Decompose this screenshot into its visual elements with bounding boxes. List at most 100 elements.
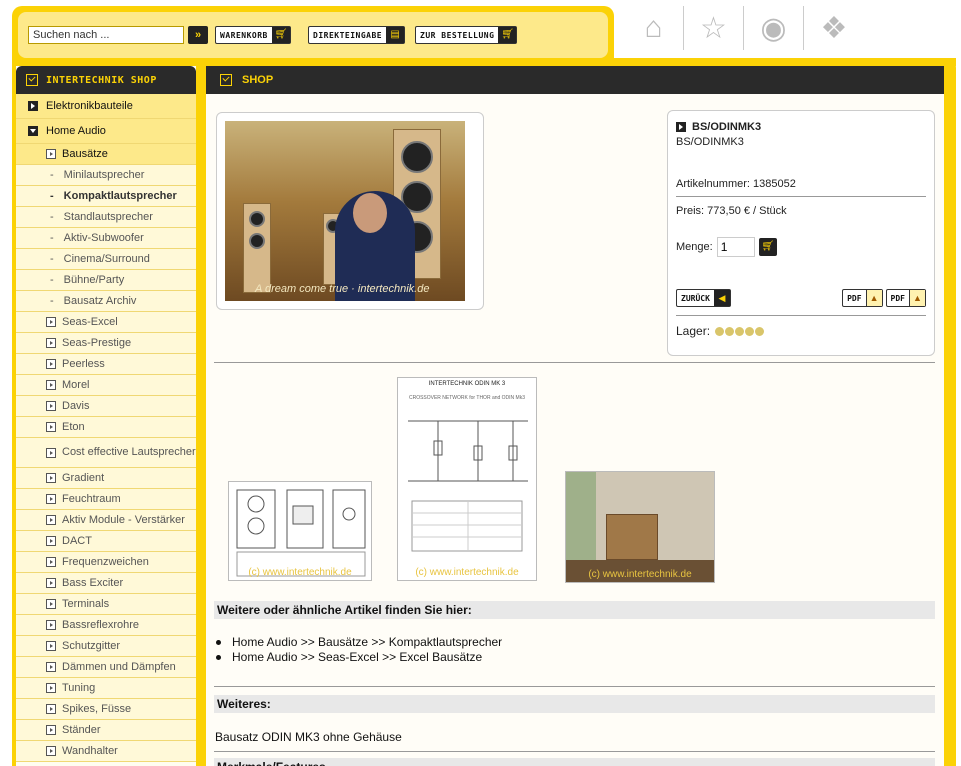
sidebar-item-dact[interactable]: DACT <box>16 531 196 552</box>
sidebar-item-label: Bausatz Archiv <box>63 295 137 307</box>
sidebar-item-schutzgitter[interactable]: Schutzgitter <box>16 636 196 657</box>
sidebar-item-label: Gradient <box>62 472 105 484</box>
checkbox-icon <box>26 74 38 86</box>
expand-icon <box>46 599 56 609</box>
cart-button[interactable]: WARENKORB 🛒︎ <box>215 26 291 44</box>
sidebar-item-bühne-party[interactable]: - Bühne/Party <box>16 270 196 291</box>
sidebar-item-label: DACT <box>62 535 92 547</box>
stock-dot <box>715 326 725 336</box>
photo-watermark: A dream come true · intertechnik.de <box>255 283 430 295</box>
pdf-button-2[interactable]: PDF ▲ <box>885 289 926 307</box>
sidebar-item-frequenzweichen[interactable]: Frequenzweichen <box>16 552 196 573</box>
puzzle-icon[interactable]: ❖ <box>804 6 864 50</box>
sidebar-item-terminals[interactable]: Terminals <box>16 594 196 615</box>
expand-icon <box>46 746 56 756</box>
main-title: SHOP <box>242 74 274 86</box>
expand-icon <box>46 578 56 588</box>
dash-marker: - <box>50 295 54 307</box>
drawing-thumb[interactable]: (c) www.intertechnik.de <box>228 481 372 581</box>
add-to-cart-button[interactable]: 🛒︎ <box>758 238 777 256</box>
expand-icon <box>46 149 56 159</box>
sidebar-item-label: Davis <box>62 400 90 412</box>
product-title: BS/ODINMK3 <box>676 121 926 133</box>
dash-marker: - <box>50 253 54 265</box>
direct-entry-button[interactable]: DIREKTEINGABE ▤ <box>308 26 406 44</box>
sidebar-item-seas-prestige[interactable]: Seas-Prestige <box>16 333 196 354</box>
sidebar-item-eton[interactable]: Eton <box>16 417 196 438</box>
sidebar-item-bass-exciter[interactable]: Bass Exciter <box>16 573 196 594</box>
expand-icon <box>46 494 56 504</box>
sidebar-item-minilautsprecher[interactable]: - Minilautsprecher <box>16 165 196 186</box>
product-subname: BS/ODINMK3 <box>676 136 744 148</box>
sidebar-item-tuning[interactable]: Tuning <box>16 678 196 699</box>
crossover-thumb[interactable]: INTERTECHNIK ODIN MK 3 CROSSOVER NETWORK… <box>397 377 537 581</box>
sidebar-item-peerless[interactable]: Peerless <box>16 354 196 375</box>
sidebar-item-label: Bass Exciter <box>62 577 124 589</box>
sidebar-item-morel[interactable]: Morel <box>16 375 196 396</box>
sidebar-item-label: Cost effective Lautsprecher <box>62 446 196 458</box>
sidebar-item-feuchtraum[interactable]: Feuchtraum <box>16 489 196 510</box>
sidebar-item-seas-excel[interactable]: Seas-Excel <box>16 312 196 333</box>
checkout-button[interactable]: ZUR BESTELLUNG 🛒︎ <box>415 26 518 44</box>
search-go-button[interactable]: » <box>188 26 208 44</box>
stock-dot <box>745 326 755 336</box>
product-photo-box: A dream come true · intertechnik.de <box>216 112 484 310</box>
sidebar-item-home-audio[interactable]: Home Audio <box>16 119 196 144</box>
person-head <box>353 193 387 233</box>
driver <box>249 233 265 249</box>
sidebar-item-label: Seas-Excel <box>62 316 118 328</box>
sidebar-item-wandhalter[interactable]: Wandhalter <box>16 741 196 762</box>
crossover-schematic <box>408 420 528 552</box>
back-button[interactable]: ZURÜCK ◀ <box>676 289 731 307</box>
sidebar-item-label: Ständer <box>62 724 101 736</box>
action-row: ZURÜCK ◀ PDF ▲ PDF ▲ <box>676 289 926 316</box>
similar-link[interactable]: Home Audio >> Bausätze >> Kompaktlautspr… <box>232 635 502 650</box>
sidebar-item-standlautsprecher[interactable]: - Standlautsprecher <box>16 207 196 228</box>
pdf-button-1[interactable]: PDF ▲ <box>842 289 883 307</box>
expand-icon <box>46 401 56 411</box>
dash-marker: - <box>50 190 54 202</box>
sidebar-item-gradient[interactable]: Gradient <box>16 468 196 489</box>
home-icon[interactable]: ⌂ <box>624 6 684 50</box>
expand-icon <box>46 620 56 630</box>
sidebar-item-label: Minilautsprecher <box>63 169 145 181</box>
sidebar-item-elektronikbauteile[interactable]: Elektronikbauteile <box>16 94 196 119</box>
sidebar-item-ständer[interactable]: Ständer <box>16 720 196 741</box>
stock-dot <box>755 326 765 336</box>
sidebar: INTERTECHNIK SHOP Elektronikbauteile Home… <box>16 66 196 766</box>
sidebar-item-kompaktlautsprecher[interactable]: - Kompaktlautsprecher <box>16 186 196 207</box>
sidebar-item-label: Standlautsprecher <box>63 211 153 223</box>
product-photo[interactable]: A dream come true · intertechnik.de <box>225 121 465 301</box>
quantity-input[interactable] <box>716 237 755 257</box>
room-thumb[interactable]: (c) www.intertechnik.de <box>565 471 715 583</box>
main-content: SHOP A dream come true · intertechnik.de… <box>206 66 944 766</box>
expand-icon <box>46 422 56 432</box>
divider <box>214 751 935 752</box>
frame-top <box>12 58 956 66</box>
sidebar-item-davis[interactable]: Davis <box>16 396 196 417</box>
direct-entry-label: DIREKTEINGABE <box>313 30 383 40</box>
sidebar-item-cost-effective-lautsprecher[interactable]: Cost effective Lautsprecher <box>16 438 196 468</box>
fire-icon[interactable]: ◉ <box>744 6 804 50</box>
checkout-label: ZUR BESTELLUNG <box>420 30 495 40</box>
similar-link[interactable]: Home Audio >> Seas-Excel >> Excel Bausät… <box>232 650 482 665</box>
expand-icon <box>46 515 56 525</box>
sidebar-item-bassreflexrohre[interactable]: Bassreflexrohre <box>16 615 196 636</box>
sidebar-item-aktiv-subwoofer[interactable]: - Aktiv-Subwoofer <box>16 228 196 249</box>
expand-icon <box>46 359 56 369</box>
search-input[interactable] <box>28 26 184 44</box>
weiteres-heading: Weiteres: <box>214 695 935 713</box>
sidebar-item-cinema-surround[interactable]: - Cinema/Surround <box>16 249 196 270</box>
main-header: SHOP <box>206 66 944 94</box>
pdf-icon: ▲ <box>865 290 882 306</box>
features-heading: Merkmale/Features <box>214 758 935 766</box>
star-icon[interactable]: ☆ <box>684 6 744 50</box>
dash-marker: - <box>50 211 54 223</box>
sidebar-item-spikes-füsse[interactable]: Spikes, Füsse <box>16 699 196 720</box>
arrow-right-icon <box>676 122 686 132</box>
sidebar-item-bausätze[interactable]: Bausätze <box>16 144 196 165</box>
sidebar-item-bausatz-archiv[interactable]: - Bausatz Archiv <box>16 291 196 312</box>
sidebar-item-dämmen-und-dämpfen[interactable]: Dämmen und Dämpfen <box>16 657 196 678</box>
expand-icon <box>46 317 56 327</box>
sidebar-item-aktiv-module-verstärker[interactable]: Aktiv Module - Verstärker <box>16 510 196 531</box>
